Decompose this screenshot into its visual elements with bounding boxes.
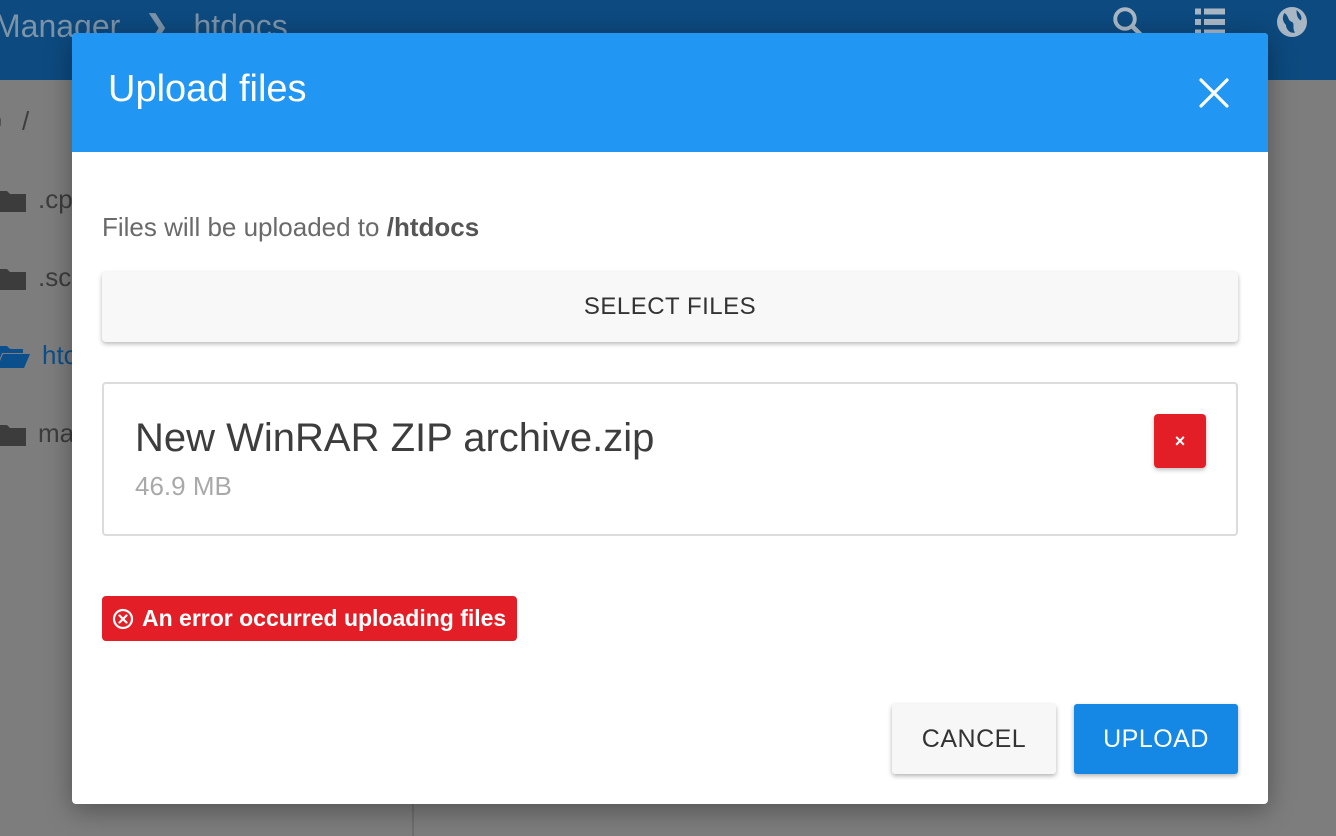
error-circle-icon: [112, 608, 134, 629]
tree-item-label: .sc: [38, 262, 72, 292]
error-alert: An error occurred uploading files: [102, 596, 518, 641]
tree-item-sc[interactable]: .sc: [0, 262, 71, 293]
file-name: New WinRAR ZIP archive.zip: [135, 416, 655, 460]
cancel-button[interactable]: CANCEL: [892, 704, 1056, 774]
dialog-title: Upload files: [108, 68, 307, 110]
close-icon: [1199, 78, 1229, 108]
folder-icon: [0, 268, 26, 290]
tree-item-cp[interactable]: .cp: [0, 184, 73, 215]
file-list-item: New WinRAR ZIP archive.zip 46.9 MB ×: [102, 382, 1238, 536]
destination-path: /htdocs: [386, 212, 480, 242]
file-size: 46.9 MB: [135, 471, 232, 501]
tree-item-label: .cp: [38, 184, 73, 214]
folder-icon: [0, 190, 26, 212]
close-button[interactable]: [1192, 71, 1236, 115]
tree-item-label: /: [22, 106, 30, 136]
tree-item-htdocs[interactable]: htc: [0, 340, 77, 371]
tree-item-ma[interactable]: ma: [0, 418, 74, 449]
folder-icon: [0, 424, 26, 446]
folder-open-icon: [0, 117, 1, 126]
upload-button[interactable]: UPLOAD: [1074, 704, 1238, 774]
dialog-header: Upload files: [72, 33, 1268, 152]
select-files-button[interactable]: SELECT FILES: [102, 272, 1238, 342]
tree-item-label: ma: [38, 418, 75, 448]
tree-item-root[interactable]: /: [0, 106, 29, 137]
folder-open-icon: [0, 345, 30, 368]
error-message: An error occurred uploading files: [142, 605, 507, 631]
upload-destination: Files will be uploaded to /htdocs: [102, 209, 479, 245]
remove-file-button[interactable]: ×: [1154, 414, 1206, 468]
globe-icon[interactable]: [1274, 4, 1310, 40]
destination-prefix: Files will be uploaded to: [102, 212, 387, 242]
upload-dialog: Upload files Files will be uploaded to /…: [72, 33, 1268, 804]
